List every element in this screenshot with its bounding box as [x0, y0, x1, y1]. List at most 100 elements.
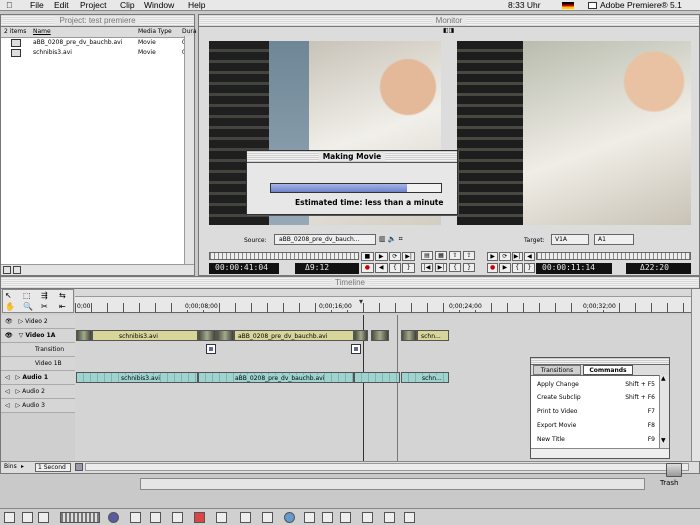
timeline-title-bar[interactable]: Timeline: [1, 277, 699, 289]
target-audio-dropdown[interactable]: A1: [594, 234, 634, 245]
app-switcher[interactable]: Adobe Premiere® 5.1: [600, 0, 682, 11]
rolling-edit-icon[interactable]: ⇆: [59, 291, 66, 300]
command-item[interactable]: New Title F9: [531, 433, 657, 446]
time-ruler[interactable]: 0;00 0;00;08;00 0;00;16;00 0;00;24;00 0;…: [75, 289, 691, 313]
project-row[interactable]: schnibis3.avi Movie 02: [1, 48, 194, 58]
command-item[interactable]: Create Subclip Shift + F6: [531, 391, 657, 404]
control-strip-icon[interactable]: [22, 512, 33, 523]
source-timecode[interactable]: 00:00:41:04: [209, 263, 279, 274]
razor-tool-icon[interactable]: ✂: [41, 302, 48, 311]
video-clip[interactable]: schn...: [417, 330, 449, 341]
lift-icon[interactable]: ⇧: [449, 251, 461, 260]
palette-scrollbar[interactable]: ▲ ▼: [659, 375, 669, 449]
scroll-up-icon[interactable]: ▲: [661, 375, 666, 382]
menu-window[interactable]: Window: [144, 0, 174, 11]
menu-edit[interactable]: Edit: [54, 0, 69, 11]
program-jog[interactable]: [536, 252, 691, 260]
loop-icon[interactable]: ⟳: [388, 252, 402, 261]
transition-icon[interactable]: [206, 344, 216, 354]
range-select-icon[interactable]: ⬚: [23, 291, 31, 300]
mark-in-icon[interactable]: {: [388, 263, 402, 273]
menu-project[interactable]: Project: [80, 0, 106, 11]
hand-tool-icon[interactable]: ✋: [5, 302, 15, 311]
volume-icon[interactable]: [60, 512, 100, 523]
control-strip-icon[interactable]: [150, 512, 161, 523]
control-strip-icon[interactable]: [340, 512, 351, 523]
clock[interactable]: 8:33 Uhr: [508, 0, 541, 11]
list-view-icon[interactable]: [13, 266, 21, 274]
video-clip[interactable]: aBB_0208_pre_dv_bauchb.avi: [234, 330, 354, 341]
program-timecode[interactable]: 00:00:11:14: [536, 263, 612, 274]
source-jog[interactable]: [209, 252, 359, 260]
audio-clip[interactable]: schnibis3.avi: [76, 372, 198, 383]
frame-fwd-icon[interactable]: ▶: [499, 263, 511, 273]
record-icon[interactable]: ●: [361, 263, 374, 273]
command-item[interactable]: Print to Video F7: [531, 405, 657, 418]
target-video-dropdown[interactable]: V1A: [551, 234, 589, 245]
source-tools-icons[interactable]: ▥ 🔈 ⌗: [379, 235, 403, 244]
work-area-bar[interactable]: [75, 289, 691, 297]
scroll-thumb[interactable]: [75, 463, 83, 471]
timeline-hscroll[interactable]: [85, 463, 689, 471]
palette-drag-bar[interactable]: [531, 358, 669, 365]
tab-transitions[interactable]: Transitions: [533, 365, 581, 375]
in-out-tool-icon[interactable]: ⇤: [59, 302, 66, 311]
project-title-bar[interactable]: Project: test premiere: [1, 15, 194, 27]
mark-in-icon[interactable]: {: [449, 263, 461, 272]
source-dropdown[interactable]: aBB_0208_pre_dv_bauch...: [274, 234, 376, 245]
overlay-icon[interactable]: ▦: [435, 251, 447, 260]
insert-icon[interactable]: ▤: [421, 251, 433, 260]
stop-icon[interactable]: ■: [361, 252, 374, 261]
dual-view-icon[interactable]: ◧◨: [443, 27, 454, 34]
audio-clip[interactable]: aBB_0208_pre_dv_bauchb.avi: [198, 372, 354, 383]
play-inout-icon[interactable]: ▶|: [402, 252, 415, 261]
record-icon[interactable]: ●: [487, 263, 499, 273]
audio-clip[interactable]: schn...: [401, 372, 449, 383]
project-row[interactable]: aBB_0208_pre_dv_bauchb.avi Movie 02: [1, 38, 194, 48]
cd-icon[interactable]: [108, 512, 119, 523]
col-name[interactable]: Name: [33, 27, 51, 37]
control-strip-icon[interactable]: [362, 512, 373, 523]
prev-edit-icon[interactable]: |◀: [421, 263, 433, 272]
play-icon[interactable]: ▶: [487, 252, 499, 261]
extract-icon[interactable]: ⇪: [463, 251, 475, 260]
monitor-title-bar[interactable]: Monitor: [199, 15, 699, 27]
mark-out-icon[interactable]: }: [463, 263, 475, 272]
step-back-icon[interactable]: ◀: [523, 252, 535, 261]
play-inout-icon[interactable]: ▶|: [511, 252, 523, 261]
edit-line-marker-icon[interactable]: ▾: [359, 297, 363, 306]
menu-file[interactable]: File: [30, 0, 44, 11]
control-strip-icon[interactable]: [384, 512, 395, 523]
project-scrollbar[interactable]: [184, 36, 194, 264]
printer-icon[interactable]: [262, 512, 273, 523]
tab-commands[interactable]: Commands: [583, 365, 633, 375]
time-unit-dropdown[interactable]: 1 Second: [35, 463, 71, 472]
col-media-type[interactable]: Media Type: [138, 27, 172, 37]
command-item[interactable]: Export Movie F8: [531, 419, 657, 432]
frame-back-icon[interactable]: ◀: [374, 263, 388, 273]
selection-tool-icon[interactable]: ↖: [5, 291, 12, 300]
dialog-title-bar[interactable]: Making Movie: [247, 151, 457, 163]
control-strip-icon[interactable]: [130, 512, 141, 523]
control-strip-icon[interactable]: [38, 512, 49, 523]
program-duration[interactable]: Δ22:20: [626, 263, 691, 274]
menu-clip[interactable]: Clip: [120, 0, 135, 11]
flag-icon[interactable]: [562, 2, 574, 9]
control-strip-icon[interactable]: [404, 512, 415, 523]
menu-help[interactable]: Help: [188, 0, 205, 11]
play-icon[interactable]: ▶: [374, 252, 388, 261]
track-video-1a[interactable]: 👁 ▽ Video 1A: [1, 329, 75, 343]
timeline-vscroll[interactable]: [691, 289, 700, 461]
mark-out-icon[interactable]: }: [523, 263, 535, 273]
mark-out-icon[interactable]: }: [402, 263, 415, 273]
transition-icon[interactable]: [351, 344, 361, 354]
globe-icon[interactable]: [284, 512, 295, 523]
scroll-down-icon[interactable]: ▼: [661, 437, 666, 444]
track-video-2[interactable]: 👁 ▷ Video 2: [1, 315, 75, 329]
source-duration[interactable]: Δ9:12: [295, 263, 359, 274]
strip-toggle-icon[interactable]: [4, 512, 15, 523]
track-audio-1[interactable]: ◁ ▷ Audio 1: [1, 371, 75, 385]
track-select-icon[interactable]: ⇶: [41, 291, 48, 300]
loop-icon[interactable]: ⟳: [499, 252, 511, 261]
command-item[interactable]: Apply Change Shift + F5: [531, 378, 657, 391]
